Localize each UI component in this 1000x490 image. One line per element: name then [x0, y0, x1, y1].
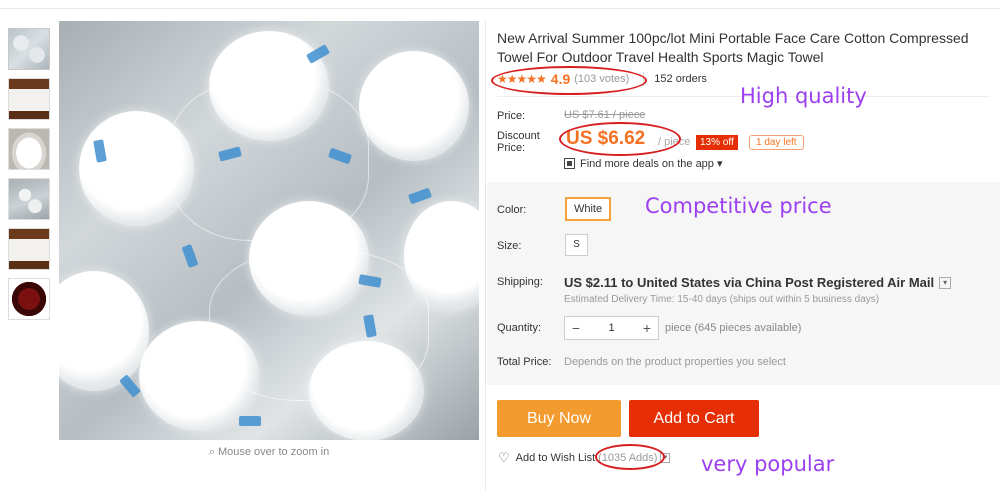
blue-tab: [239, 416, 261, 426]
total-price-label: Total Price:: [497, 356, 552, 368]
blue-tab: [119, 374, 141, 398]
zoom-hint: ⌕ Mouse over to zoom in: [59, 446, 479, 459]
quantity-stepper: − 1 +: [564, 316, 659, 340]
time-left-badge: 1 day left: [749, 135, 804, 150]
quantity-label: Quantity:: [497, 322, 542, 334]
wrapper-fold: [209, 251, 429, 401]
qr-code-icon: [564, 158, 575, 169]
column-divider: [485, 21, 486, 490]
annotation-oval-rating: [491, 66, 647, 95]
original-price: US $7.61 / piece: [564, 109, 646, 121]
quantity-decrease-button[interactable]: −: [565, 317, 587, 339]
annotation-high-quality: High quality: [740, 84, 867, 108]
thumbnail-6[interactable]: [8, 278, 50, 320]
add-to-cart-button[interactable]: Add to Cart: [629, 400, 759, 437]
buy-now-button[interactable]: Buy Now: [497, 400, 621, 437]
size-label: Size:: [497, 240, 522, 252]
quantity-input[interactable]: 1: [587, 317, 636, 339]
blue-tab: [181, 243, 199, 269]
shipping-text: US $2.11 to United States via China Post…: [564, 275, 935, 290]
thumbnail-4[interactable]: [8, 178, 50, 220]
orders-count: 152 orders: [654, 73, 707, 85]
chevron-down-icon[interactable]: ▾: [939, 276, 952, 289]
color-option-white[interactable]: White: [565, 197, 611, 221]
annotation-competitive-price: Competitive price: [645, 194, 832, 218]
annotation-oval-adds: [595, 444, 665, 470]
discount-badge: 13% off: [696, 135, 738, 150]
annotation-oval-price: [559, 122, 681, 156]
magnifier-icon: ⌕: [208, 446, 215, 458]
product-title: New Arrival Summer 100pc/lot Mini Portab…: [497, 30, 969, 65]
thumbnail-2[interactable]: [8, 78, 50, 120]
app-deals-text: Find more deals on the app ▾: [580, 158, 723, 170]
main-product-image[interactable]: [59, 21, 479, 440]
size-option-s[interactable]: S: [565, 234, 588, 256]
availability-text: piece (645 pieces available): [665, 322, 802, 334]
blue-tab: [407, 187, 433, 205]
discount-label: Discount: [497, 130, 540, 142]
shipping-label: Shipping:: [497, 276, 543, 288]
zoom-hint-text: Mouse over to zoom in: [217, 446, 330, 458]
heart-icon: ♡: [498, 450, 510, 465]
app-deals-link[interactable]: Find more deals on the app ▾: [564, 157, 723, 170]
annotation-very-popular: very popular: [701, 452, 835, 476]
thumbnail-1[interactable]: [8, 28, 50, 70]
towel-pad: [359, 51, 469, 161]
color-label: Color:: [497, 204, 527, 216]
wish-list-text: Add to Wish List: [515, 452, 596, 464]
thumbnail-list: [8, 28, 52, 328]
thumbnail-3[interactable]: [8, 128, 50, 170]
delivery-estimate: Estimated Delivery Time: 15-40 days (shi…: [564, 294, 880, 305]
towel-pad: [59, 271, 149, 391]
top-divider: [0, 8, 1000, 9]
quantity-increase-button[interactable]: +: [636, 317, 658, 339]
total-price-note: Depends on the product properties you se…: [564, 356, 786, 368]
thumbnail-5[interactable]: [8, 228, 50, 270]
discount-label-line2: Price:: [497, 142, 526, 154]
price-label: Price:: [497, 110, 526, 122]
shipping-option[interactable]: US $2.11 to United States via China Post…: [564, 275, 952, 290]
